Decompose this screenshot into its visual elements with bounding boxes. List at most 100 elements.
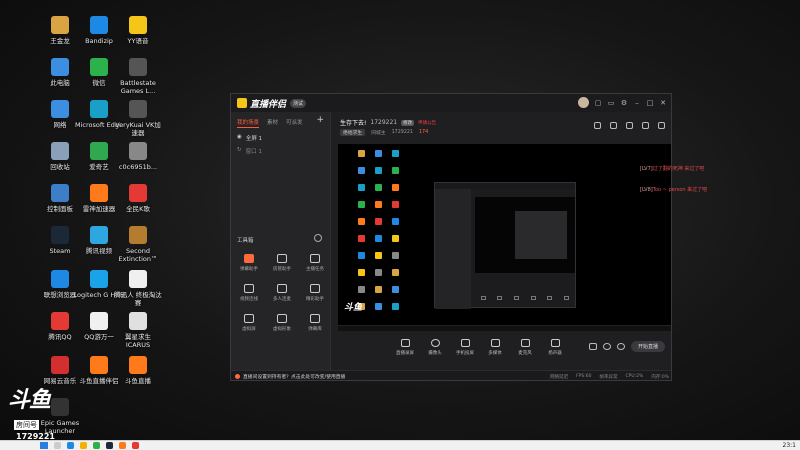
desktop-icon[interactable]: c0c6951b... — [112, 140, 164, 184]
warning-icon — [235, 374, 240, 379]
taskbar: 23:1 — [0, 440, 800, 450]
maximize-icon[interactable]: □ — [646, 99, 654, 107]
edge-taskbar-icon[interactable] — [67, 442, 74, 449]
go-live-button[interactable]: 开始直播 — [631, 341, 665, 352]
control-label: 多媒体 — [488, 350, 502, 356]
tool-item[interactable]: 多人连麦 — [267, 284, 297, 306]
share-icon[interactable] — [658, 122, 665, 129]
file-icon — [129, 270, 147, 288]
qq-taskbar-icon[interactable] — [132, 442, 139, 449]
iqiyi-icon — [90, 142, 108, 160]
settings-gear-icon[interactable] — [617, 343, 625, 350]
gift-icon[interactable] — [626, 122, 633, 129]
preview-desktop-icon — [375, 252, 382, 259]
notice-tag[interactable]: 申请公告 — [418, 120, 436, 126]
record-icon[interactable] — [589, 343, 597, 350]
version-badge[interactable]: 测试 — [290, 98, 307, 108]
status-stat: 内存:0% — [651, 374, 669, 380]
desktop-icon-label: Second Extinction™ — [118, 247, 158, 263]
desktop-icon[interactable]: 全民K歌 — [112, 182, 164, 226]
control-panel-icon — [51, 184, 69, 202]
skin-icon[interactable]: ▢ — [594, 99, 602, 107]
status-warning[interactable]: 直播间设置到持有者？点击此处可改变/使用直播 — [243, 373, 345, 380]
icarus-icon — [129, 312, 147, 330]
desktop-icon[interactable]: YY语音 — [112, 14, 164, 58]
control-phone-cast[interactable]: 手机投屏 — [450, 338, 480, 356]
message-icon[interactable]: ▭ — [607, 99, 615, 107]
tool-item[interactable]: 主播任务 — [300, 254, 330, 276]
tool-item[interactable]: 视频连线 — [234, 284, 264, 306]
tab-dispatch[interactable]: 可派发 — [286, 118, 303, 128]
preview-desktop-icon — [375, 303, 382, 310]
steam-taskbar-icon[interactable] — [106, 442, 113, 449]
search-icon[interactable] — [54, 442, 61, 449]
scene-item[interactable]: ◉ 全屏 1 — [231, 128, 330, 142]
scene-item-secondary[interactable]: ↻ 窗口 1 — [231, 142, 330, 155]
edit-tag[interactable]: 修改 — [401, 119, 415, 126]
preview-watermark: 斗鱼 — [344, 303, 363, 313]
preview-desktop-icon — [375, 184, 382, 191]
sub-label: 同城主 — [371, 131, 386, 136]
grid-icon[interactable] — [610, 122, 617, 129]
network-icon — [51, 100, 69, 118]
tool-item[interactable]: 虚拟屏 — [234, 314, 264, 336]
steam-icon — [51, 226, 69, 244]
bell-icon[interactable] — [642, 122, 649, 129]
desktop-icon[interactable]: 斗鱼直播 — [112, 354, 164, 398]
control-camera[interactable]: 摄像头 — [420, 338, 450, 356]
tool-item[interactable]: 房管助手 — [267, 254, 297, 276]
tool-item[interactable]: 精彩助手 — [300, 284, 330, 306]
wechat-taskbar-icon[interactable] — [93, 442, 100, 449]
douyu-logo: 斗鱼 — [8, 388, 51, 413]
tool-item[interactable]: 弹幕助手 — [234, 254, 264, 276]
control-microphone[interactable]: 麦克风 — [510, 338, 540, 356]
tab-assets[interactable]: 素材 — [267, 118, 278, 128]
user-avatar[interactable] — [578, 97, 589, 108]
verykuai-icon — [129, 100, 147, 118]
category-badge[interactable]: 绝地求生 — [340, 129, 366, 136]
preview-desktop-icon — [392, 201, 399, 208]
tencent-video-icon — [90, 226, 108, 244]
desktop-icon[interactable]: VeryKuai VK加速器 — [112, 98, 164, 142]
tab-my-scenes[interactable]: 我的场景 — [237, 118, 260, 128]
tool-item[interactable]: 虚拟形象 — [267, 314, 297, 336]
tool-item[interactable]: 弹幕库 — [300, 314, 330, 336]
chat-line: [LV7]过了翻的死神 来过了吧 — [640, 166, 705, 172]
minimize-icon[interactable]: – — [633, 99, 641, 107]
preview-desktop-icon — [392, 167, 399, 174]
preview-desktop-icon — [375, 167, 382, 174]
douyu-taskbar-icon[interactable] — [119, 442, 126, 449]
control-screen-record[interactable]: 直播录屏 — [390, 338, 420, 356]
chat-line: [LV8]Too ~ person 来过了吧 — [640, 187, 708, 193]
start-icon[interactable] — [40, 442, 48, 449]
control-media[interactable]: 多媒体 — [480, 338, 510, 356]
refresh-icon[interactable]: ↻ — [237, 147, 242, 155]
tool-icon — [310, 314, 320, 323]
tools-collapse-icon[interactable] — [314, 234, 322, 242]
preview-desktop-icon — [358, 167, 365, 174]
desktop-icon[interactable]: Battlestate Games L... — [112, 56, 164, 100]
file-icon — [129, 142, 147, 160]
layout-icon[interactable] — [594, 122, 601, 129]
desktop-icon[interactable]: 腾迅人 终极淘汰赛 — [112, 268, 164, 312]
explorer-taskbar-icon[interactable] — [80, 442, 87, 449]
settings-icon[interactable]: ⚙ — [620, 99, 628, 107]
info-icon[interactable] — [603, 343, 611, 350]
folder-icon — [51, 16, 69, 34]
tool-label: 弹幕库 — [308, 327, 322, 332]
netease-music-icon — [51, 356, 69, 374]
desktop-icon[interactable]: Second Extinction™ — [112, 224, 164, 268]
preview-desktop-icon — [358, 252, 365, 259]
preview-desktop-icon — [358, 286, 365, 293]
stream-preview[interactable]: 斗鱼 — [338, 144, 671, 331]
desktop-icon[interactable]: 翼星求生 ICARUS — [112, 310, 164, 354]
douyu-icon — [90, 356, 108, 374]
room-title[interactable]: 生存下去! — [340, 118, 366, 127]
bandizip-icon — [90, 16, 108, 34]
battlestate-icon — [129, 58, 147, 76]
close-icon[interactable]: ✕ — [659, 99, 667, 107]
taskbar-clock[interactable]: 23:1 — [783, 442, 796, 449]
control-speaker[interactable]: 扬声器 — [540, 338, 570, 356]
eye-icon[interactable]: ◉ — [237, 134, 242, 142]
add-scene-icon[interactable]: + — [316, 115, 324, 125]
